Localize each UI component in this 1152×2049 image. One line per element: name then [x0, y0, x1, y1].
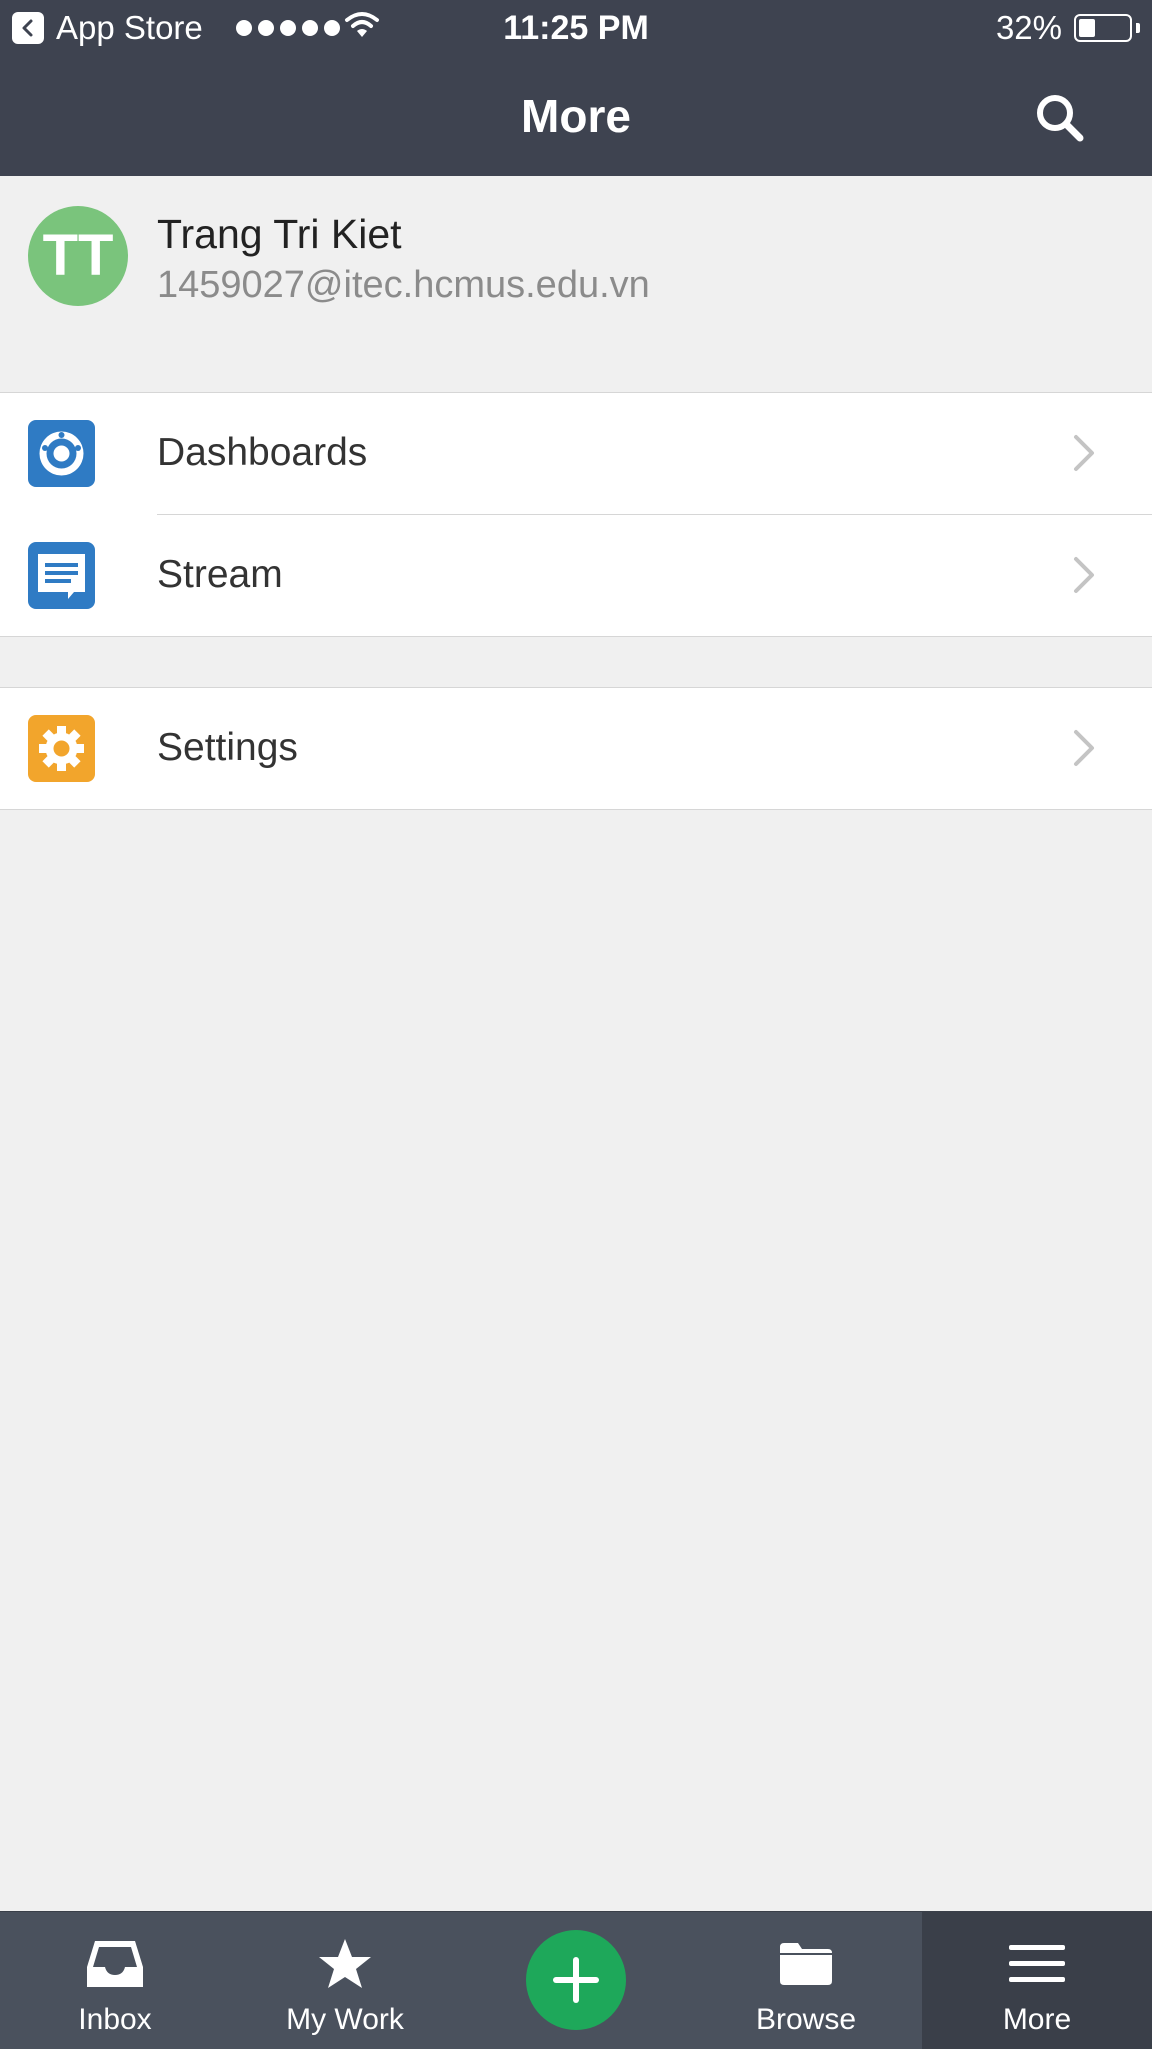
menu-item-stream[interactable]: Stream — [0, 515, 1152, 636]
inbox-icon — [87, 1941, 143, 1987]
menu-item-dashboards[interactable]: Dashboards — [0, 393, 1152, 515]
star-icon — [319, 1939, 371, 1988]
stream-icon — [28, 542, 95, 609]
profile-email: 1459027@itec.hcmus.edu.vn — [157, 264, 650, 306]
menu-item-label: Dashboards — [157, 431, 368, 474]
chevron-right-icon — [1074, 730, 1094, 766]
folder-icon — [780, 1943, 832, 1985]
tab-my-work[interactable]: My Work — [230, 1912, 460, 2049]
add-button[interactable] — [526, 1930, 626, 2030]
chevron-right-icon — [1074, 435, 1094, 471]
page-title: More — [521, 90, 631, 142]
tab-more[interactable]: More — [922, 1912, 1152, 2049]
menu-item-label: Settings — [157, 726, 298, 769]
tab-label: Inbox — [78, 2003, 152, 2036]
gear-icon — [28, 715, 95, 782]
avatar: TT — [28, 206, 128, 306]
plus-icon — [553, 1957, 599, 2003]
status-time: 11:25 PM — [503, 9, 649, 47]
profile-name: Trang Tri Kiet — [157, 211, 402, 257]
tab-label: More — [1002, 2003, 1072, 2036]
status-bar: App Store 11:25 PM 32% — [0, 0, 1152, 56]
menu-item-label: Stream — [157, 553, 283, 596]
tab-inbox[interactable]: Inbox — [0, 1912, 230, 2049]
header: App Store 11:25 PM 32% More — [0, 0, 1152, 176]
chevron-right-icon — [1074, 557, 1094, 593]
menu-icon — [1009, 1945, 1065, 1982]
dashboard-icon — [28, 420, 95, 487]
menu-group-settings: Settings — [0, 687, 1152, 810]
battery-cap — [1136, 23, 1140, 33]
tab-browse[interactable]: Browse — [691, 1912, 921, 2049]
tab-label: Browse — [755, 2003, 857, 2036]
menu-item-settings[interactable]: Settings — [0, 688, 1152, 809]
menu-group-main: Dashboards Stream — [0, 392, 1152, 637]
profile-header[interactable]: TT Trang Tri Kiet 1459027@itec.hcmus.edu… — [0, 176, 1152, 392]
tab-bar: Inbox My Work Browse More — [0, 1911, 1152, 2049]
battery-percent: 32% — [995, 9, 1062, 46]
battery-icon — [1074, 14, 1132, 42]
tab-label: My Work — [286, 2003, 404, 2036]
search-icon[interactable] — [1030, 88, 1090, 148]
